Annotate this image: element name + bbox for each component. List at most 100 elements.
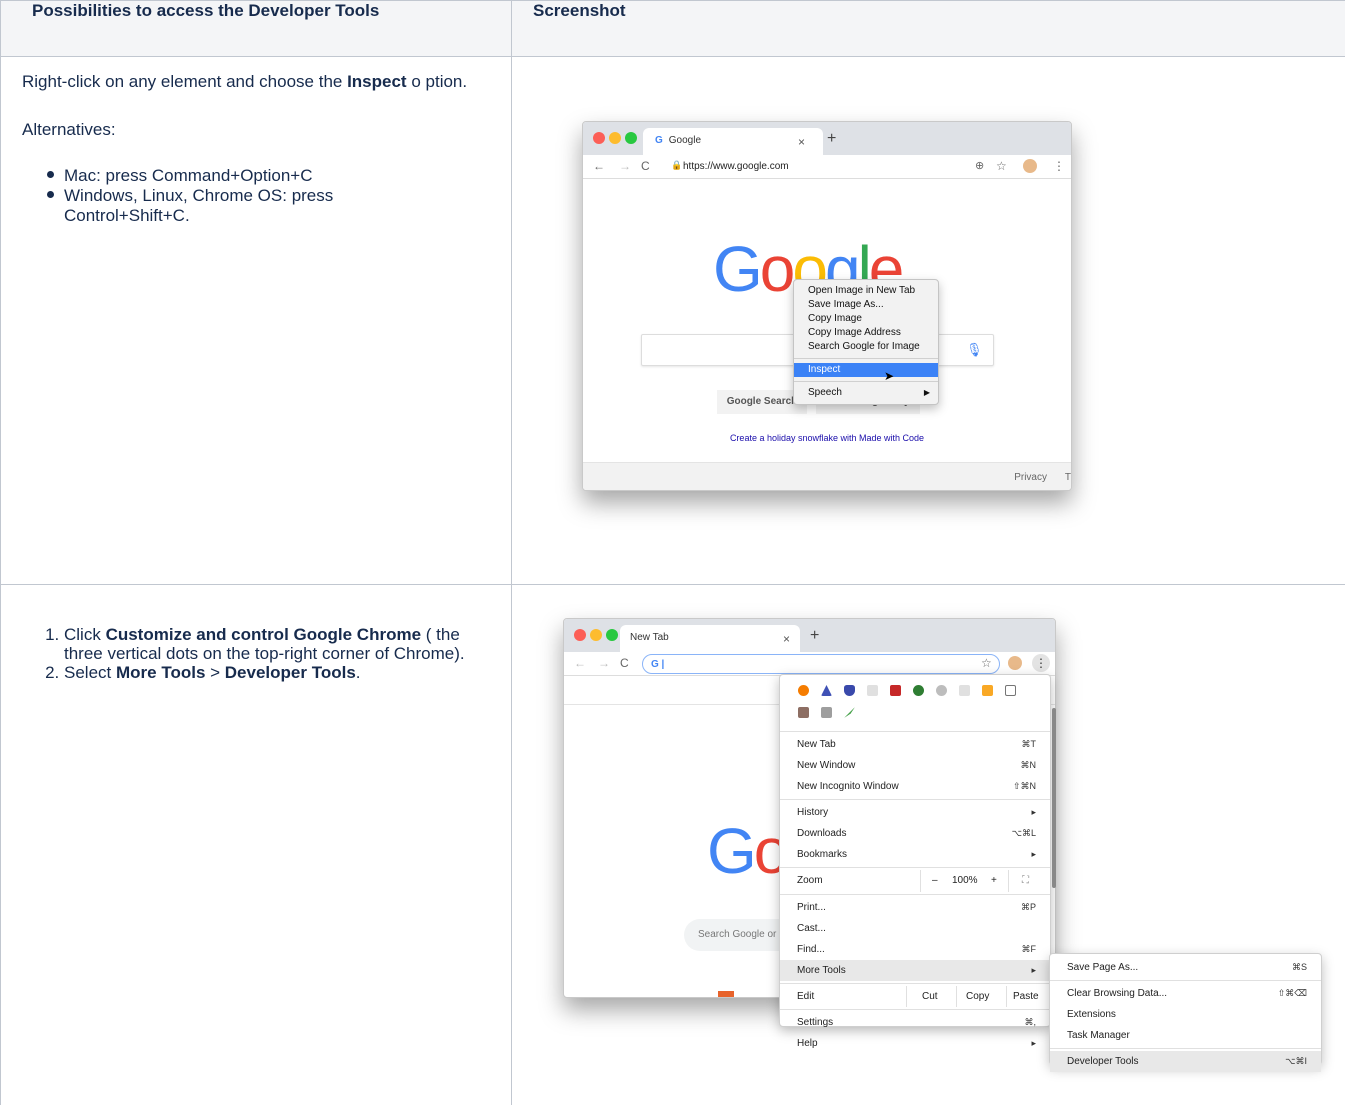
new-tab-icon: + bbox=[827, 130, 837, 147]
column-header-access: Possibilities to access the Developer To… bbox=[0, 0, 512, 57]
context-menu: Open Image in New Tab Save Image As... C… bbox=[793, 279, 939, 405]
close-tab-icon: × bbox=[783, 632, 791, 646]
page-footer: Privacy T bbox=[583, 462, 1071, 490]
submenu-arrow-icon: ▶ bbox=[923, 388, 930, 397]
lock-icon: 🔒 bbox=[671, 160, 683, 170]
menu-item-new-window: New Window ⌘N bbox=[797, 760, 1036, 771]
extension-icon bbox=[821, 707, 832, 718]
screenshot-2-cell: New Tab × + ← → C G | ☆ ⋮ Go Search Goog… bbox=[511, 584, 1345, 1105]
profile-avatar bbox=[1008, 656, 1022, 670]
reload-icon: C bbox=[641, 159, 650, 173]
shortcut-list: Mac: press Command+Option+C Windows, Lin… bbox=[22, 166, 491, 226]
menu-item-new-tab: New Tab ⌘T bbox=[797, 739, 1036, 750]
list-item: Mac: press Command+Option+C bbox=[47, 166, 491, 186]
menu-item-copy-address: Copy Image Address bbox=[808, 327, 901, 338]
menu-item-extensions: Extensions bbox=[1067, 1009, 1116, 1020]
mouse-cursor-icon: ➤ bbox=[884, 369, 895, 383]
extension-icon bbox=[867, 685, 878, 696]
menu-item-developer-tools: Developer Tools ⌥⌘I bbox=[1050, 1051, 1321, 1072]
microphone-icon: 🎙 bbox=[966, 342, 983, 357]
extension-icon bbox=[798, 685, 809, 696]
zoom-level: 100% bbox=[952, 875, 978, 886]
minimize-window-icon bbox=[590, 629, 602, 641]
menu-item-print: Print... ⌘P bbox=[797, 902, 1036, 913]
extension-icon bbox=[913, 685, 924, 696]
chrome-menu-icon: ⋮ bbox=[1032, 654, 1050, 672]
forward-icon: → bbox=[598, 656, 610, 670]
list-item: Select More Tools > Developer Tools. bbox=[64, 663, 491, 682]
list-item: Click Customize and control Google Chrom… bbox=[64, 625, 484, 663]
more-tools-submenu: Save Page As... ⌘S Clear Browsing Data...… bbox=[1049, 953, 1322, 1072]
browser-tab: G Google × bbox=[643, 128, 823, 155]
bookmark-star-icon: ☆ bbox=[981, 656, 992, 670]
extension-icon bbox=[821, 685, 832, 696]
menu-item-settings: Settings ⌘, bbox=[797, 1017, 1036, 1028]
menu-item-save-image: Save Image As... bbox=[808, 299, 884, 310]
google-logo: Go bbox=[707, 815, 789, 887]
extension-icon bbox=[844, 685, 855, 696]
menu-item-new-incognito: New Incognito Window ⇧⌘N bbox=[797, 781, 1036, 792]
menu-item-downloads: Downloads ⌥⌘L bbox=[797, 828, 1036, 839]
row1-text-cell: Right-click on any element and choose th… bbox=[0, 56, 512, 585]
close-window-icon bbox=[574, 629, 586, 641]
minimize-window-icon bbox=[609, 132, 621, 144]
extension-icon bbox=[982, 685, 993, 696]
extension-icon bbox=[959, 685, 970, 696]
cut-button: Cut bbox=[922, 991, 938, 1002]
zoom-in-button: + bbox=[991, 875, 997, 886]
extension-icon bbox=[936, 685, 947, 696]
extension-icon bbox=[844, 707, 855, 718]
steps-list: Click Customize and control Google Chrom… bbox=[22, 625, 491, 682]
close-tab-icon: × bbox=[798, 135, 806, 149]
row2-text-cell: Click Customize and control Google Chrom… bbox=[0, 584, 512, 1105]
browser-toolbar: ← → C G | ☆ ⋮ bbox=[564, 652, 1055, 676]
menu-item-clear-browsing-data: Clear Browsing Data... ⇧⌘⌫ bbox=[1067, 988, 1307, 999]
alternatives-label: Alternatives: bbox=[22, 120, 116, 139]
column-header-screenshot: Screenshot bbox=[511, 0, 1345, 57]
extension-icon bbox=[890, 685, 901, 696]
inspect-keyword: Inspect bbox=[347, 72, 407, 91]
fullscreen-icon: ⛶ bbox=[1022, 875, 1029, 886]
promo-link: Create a holiday snowflake with Made wit… bbox=[729, 433, 925, 443]
copy-button: Copy bbox=[966, 991, 990, 1002]
new-tab-icon: + bbox=[810, 627, 820, 644]
menu-item-copy-image: Copy Image bbox=[808, 313, 862, 324]
chrome-menu-icon: ⋮ bbox=[1053, 159, 1065, 173]
chrome-window-screenshot: G Google × + ← → C 🔒 https://www.google.c… bbox=[582, 121, 1072, 491]
bookmark-star-icon: ☆ bbox=[996, 159, 1007, 173]
location-icon: ⊕ bbox=[975, 160, 985, 172]
menu-item-help: Help ▸ bbox=[797, 1038, 1036, 1049]
chrome-main-menu: New Tab ⌘T New Window ⌘N New Incognito Win… bbox=[779, 674, 1056, 1049]
menu-item-speech: Speech ▶ bbox=[808, 387, 930, 398]
extension-icon bbox=[798, 707, 809, 718]
menu-item-inspect: Inspect bbox=[794, 363, 938, 377]
menu-scrollbar bbox=[1052, 708, 1056, 888]
menu-item-task-manager: Task Manager bbox=[1067, 1030, 1130, 1041]
browser-tab: New Tab × bbox=[620, 625, 800, 652]
menu-item-cast: Cast... bbox=[797, 923, 826, 934]
address-bar: 🔒 https://www.google.com bbox=[671, 160, 789, 172]
menu-item-open-image: Open Image in New Tab bbox=[808, 285, 916, 296]
menu-item-save-page: Save Page As... ⌘S bbox=[1067, 962, 1307, 973]
privacy-link: Privacy bbox=[1014, 472, 1047, 483]
menu-item-zoom: Zoom – 100% + ⛶ bbox=[780, 870, 1050, 892]
menu-item-find: Find... ⌘F bbox=[797, 944, 1036, 955]
profile-avatar bbox=[1023, 159, 1037, 173]
reload-icon: C bbox=[620, 656, 629, 670]
menu-item-history: History ▸ bbox=[797, 807, 1036, 818]
menu-item-edit: Edit Cut Copy Paste bbox=[780, 986, 1050, 1007]
tab-strip: G Google × + bbox=[583, 122, 1071, 155]
extension-icon bbox=[1005, 685, 1016, 696]
browser-toolbar: ← → C 🔒 https://www.google.com ⊕ ☆ ⋮ bbox=[583, 155, 1071, 179]
zoom-out-button: – bbox=[932, 875, 938, 886]
paste-button: Paste bbox=[1013, 991, 1039, 1002]
google-favicon-icon: G bbox=[655, 135, 663, 146]
menu-item-search-image: Search Google for Image bbox=[808, 341, 920, 352]
menu-item-bookmarks: Bookmarks ▸ bbox=[797, 849, 1036, 860]
back-icon: ← bbox=[593, 159, 605, 173]
maximize-window-icon bbox=[625, 132, 637, 144]
extensions-row bbox=[780, 675, 1050, 731]
tab-strip: New Tab × + bbox=[564, 619, 1055, 652]
menu-item-more-tools: More Tools ▸ bbox=[780, 960, 1050, 981]
list-item: Windows, Linux, Chrome OS: press Control… bbox=[47, 186, 404, 226]
